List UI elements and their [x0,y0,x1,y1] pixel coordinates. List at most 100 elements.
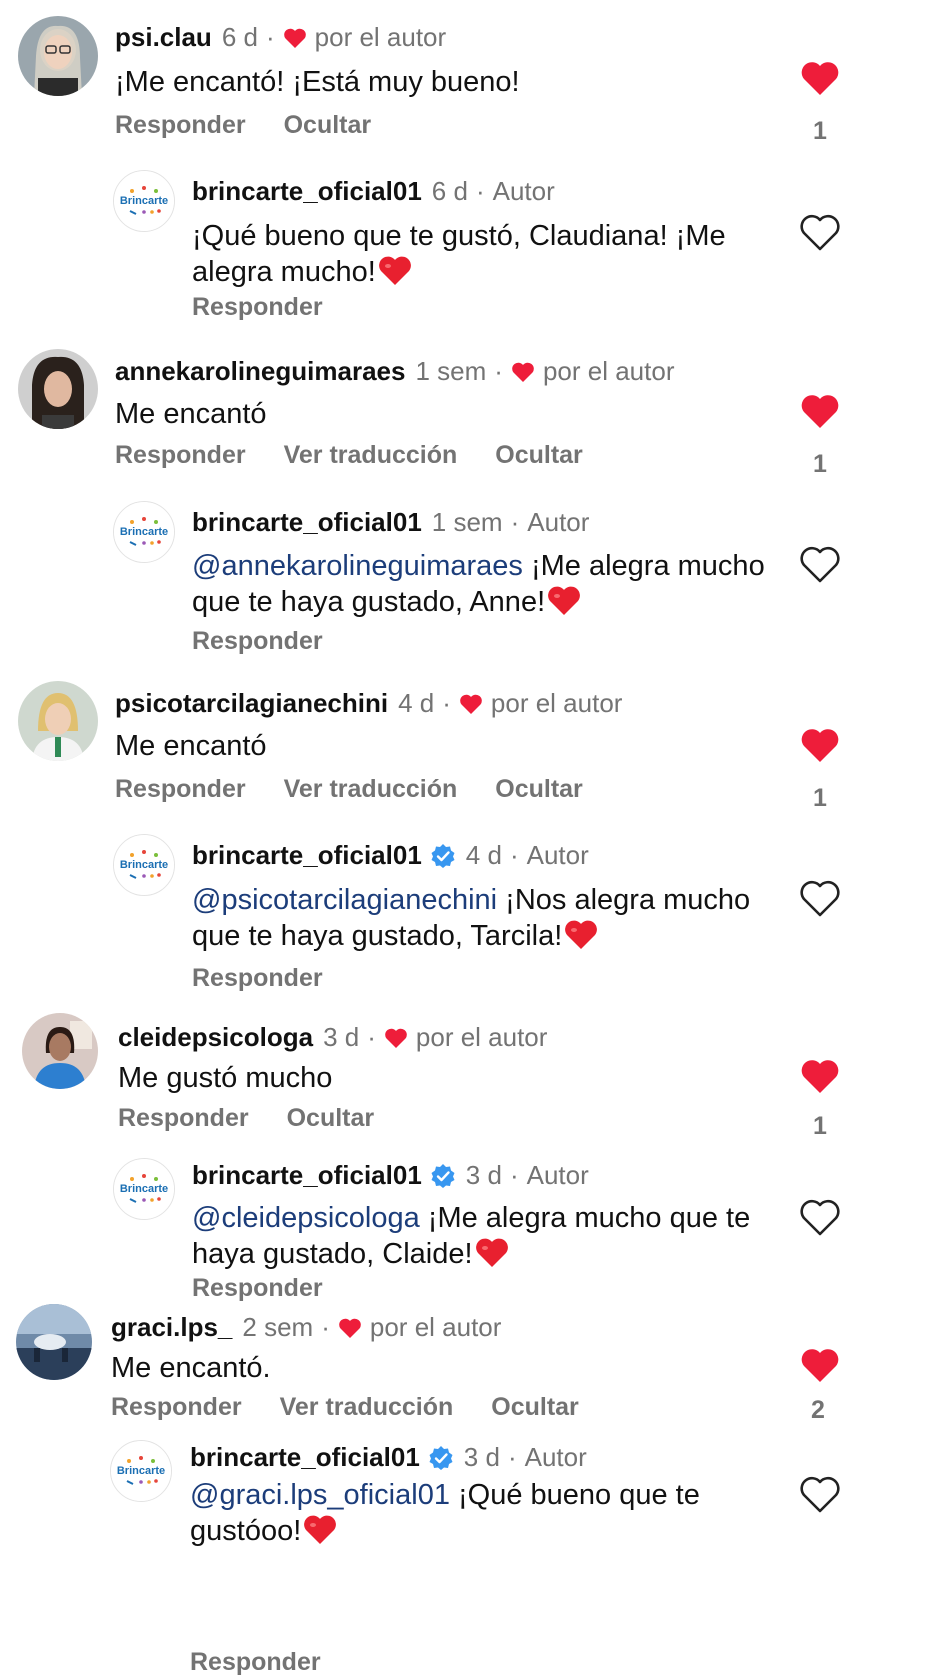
brand-avatar[interactable]: Brincarte [110,1440,172,1502]
liked-by-author-heart-icon [512,362,534,382]
like-heart-outline-icon[interactable] [800,546,840,584]
liked-by-author-label: por el autor [415,1022,548,1052]
username[interactable]: brincarte_oficial01 [192,176,422,207]
separator: · [367,1022,376,1052]
timestamp: 4 d [398,688,435,718]
reply-actions: Responder [192,964,361,993]
like-heart-outline-icon[interactable] [800,1199,840,1237]
comment-header: graci.lps_ 2 sem · por el autor [111,1312,501,1343]
reply-text: @graci.lps_oficial01 ¡Qué bueno que te g… [190,1477,730,1549]
translate-button[interactable]: Ver traducción [284,775,458,803]
timestamp: 3 d [465,1160,502,1190]
separator: · [265,22,275,52]
like-heart-filled-icon[interactable] [800,727,840,765]
separator: · [442,688,451,718]
username[interactable]: brincarte_oficial01 [192,840,422,871]
liked-by-author-heart-icon [283,28,306,48]
avatar[interactable] [16,1304,92,1380]
liked-by-author-heart-icon [460,694,482,714]
reply-button[interactable]: Responder [115,111,246,139]
translate-button[interactable]: Ver traducción [284,441,458,469]
like-heart-outline-icon[interactable] [800,214,840,252]
reply-button[interactable]: Responder [115,441,246,469]
timestamp: 6 d [221,22,258,52]
avatar[interactable] [18,349,98,429]
brand-logo-text: Brincarte [120,859,168,871]
reply-actions: Responder [192,293,361,322]
red-heart-emoji-icon [475,1238,508,1267]
reply-text: ¡Qué bueno que te gustó, Claudiana! ¡Me … [192,218,782,290]
like-heart-filled-icon[interactable] [800,1347,840,1385]
username[interactable]: brincarte_oficial01 [192,1160,422,1191]
brand-avatar[interactable]: Brincarte [113,501,175,563]
timestamp: 2 sem [242,1312,314,1342]
mention-link[interactable]: @cleidepsicologa [192,1202,420,1234]
comment-text: ¡Me encantó! ¡Está muy bueno! [115,66,520,98]
timestamp: 6 d [431,176,468,206]
like-heart-filled-icon[interactable] [800,393,840,431]
timestamp: 4 d [465,840,502,870]
liked-by-author-heart-icon [385,1028,407,1048]
reply-header: brincarte_oficial01 6 d · Autor [192,176,555,207]
username[interactable]: graci.lps_ [111,1312,232,1343]
reply-actions: Responder [192,627,361,656]
comment-text: Me encantó. [111,1352,271,1384]
author-label: Autor [526,840,589,870]
brand-logo-text: Brincarte [120,526,168,538]
avatar[interactable] [18,681,98,761]
hide-button[interactable]: Ocultar [284,111,372,139]
username[interactable]: annekarolineguimaraes [115,356,405,387]
comment-text: Me gustó mucho [118,1062,333,1094]
timestamp: 1 sem [431,507,503,537]
like-heart-filled-icon[interactable] [800,1058,840,1096]
reply-button[interactable]: Responder [192,627,323,655]
like-count: 1 [813,784,827,812]
like-count: 1 [813,450,827,478]
hide-button[interactable]: Ocultar [491,1393,579,1421]
like-heart-outline-icon[interactable] [800,880,840,918]
username[interactable]: cleidepsicologa [118,1022,313,1053]
verified-badge-icon [431,843,455,868]
liked-by-author-label: por el autor [490,688,623,718]
separator: · [494,356,503,386]
brand-avatar[interactable]: Brincarte [113,834,175,896]
username[interactable]: psicotarcilagianechini [115,688,388,719]
hide-button[interactable]: Ocultar [287,1104,375,1132]
reply-button[interactable]: Responder [111,1393,242,1421]
username[interactable]: brincarte_oficial01 [192,507,422,538]
reply-button[interactable]: Responder [192,293,323,321]
reply-text: @annekarolineguimaraes ¡Me alegra mucho … [192,548,782,620]
hide-button[interactable]: Ocultar [495,775,583,803]
verified-badge-icon [429,1445,453,1470]
comment-text: Me encantó [115,398,267,430]
username[interactable]: brincarte_oficial01 [190,1442,420,1473]
red-heart-emoji-icon [565,920,598,949]
brand-avatar[interactable]: Brincarte [113,1158,175,1220]
mention-link[interactable]: @psicotarcilagianechini [192,884,497,916]
separator: · [321,1312,330,1342]
comment-text: Me encantó [115,730,267,762]
reply-actions: Responder [192,1274,361,1303]
avatar[interactable] [22,1013,98,1089]
liked-by-author-label: por el autor [542,356,675,386]
translate-button[interactable]: Ver traducción [280,1393,454,1421]
mention-link[interactable]: @graci.lps_oficial01 [190,1479,450,1511]
reply-button[interactable]: Responder [192,1274,323,1302]
like-heart-filled-icon[interactable] [800,60,840,98]
like-count: 1 [813,1112,827,1140]
reply-button[interactable]: Responder [115,775,246,803]
like-heart-outline-icon[interactable] [800,1476,840,1514]
reply-button[interactable]: Responder [192,964,323,992]
comment-actions: Responder Ver traducción Ocultar [115,775,621,804]
red-heart-emoji-icon [378,256,411,285]
comment-header: annekarolineguimaraes 1 sem · por el aut… [115,356,674,387]
brand-avatar[interactable]: Brincarte [113,170,175,232]
username[interactable]: psi.clau [115,22,212,53]
hide-button[interactable]: Ocultar [495,441,583,469]
mention-link[interactable]: @annekarolineguimaraes [192,550,523,582]
comment-header: psi.clau 6 d · por el autor [115,22,446,53]
reply-button[interactable]: Responder [118,1104,249,1132]
avatar[interactable] [18,16,98,96]
reply-header: brincarte_oficial01 1 sem · Autor [192,507,589,538]
like-count: 2 [811,1396,825,1424]
